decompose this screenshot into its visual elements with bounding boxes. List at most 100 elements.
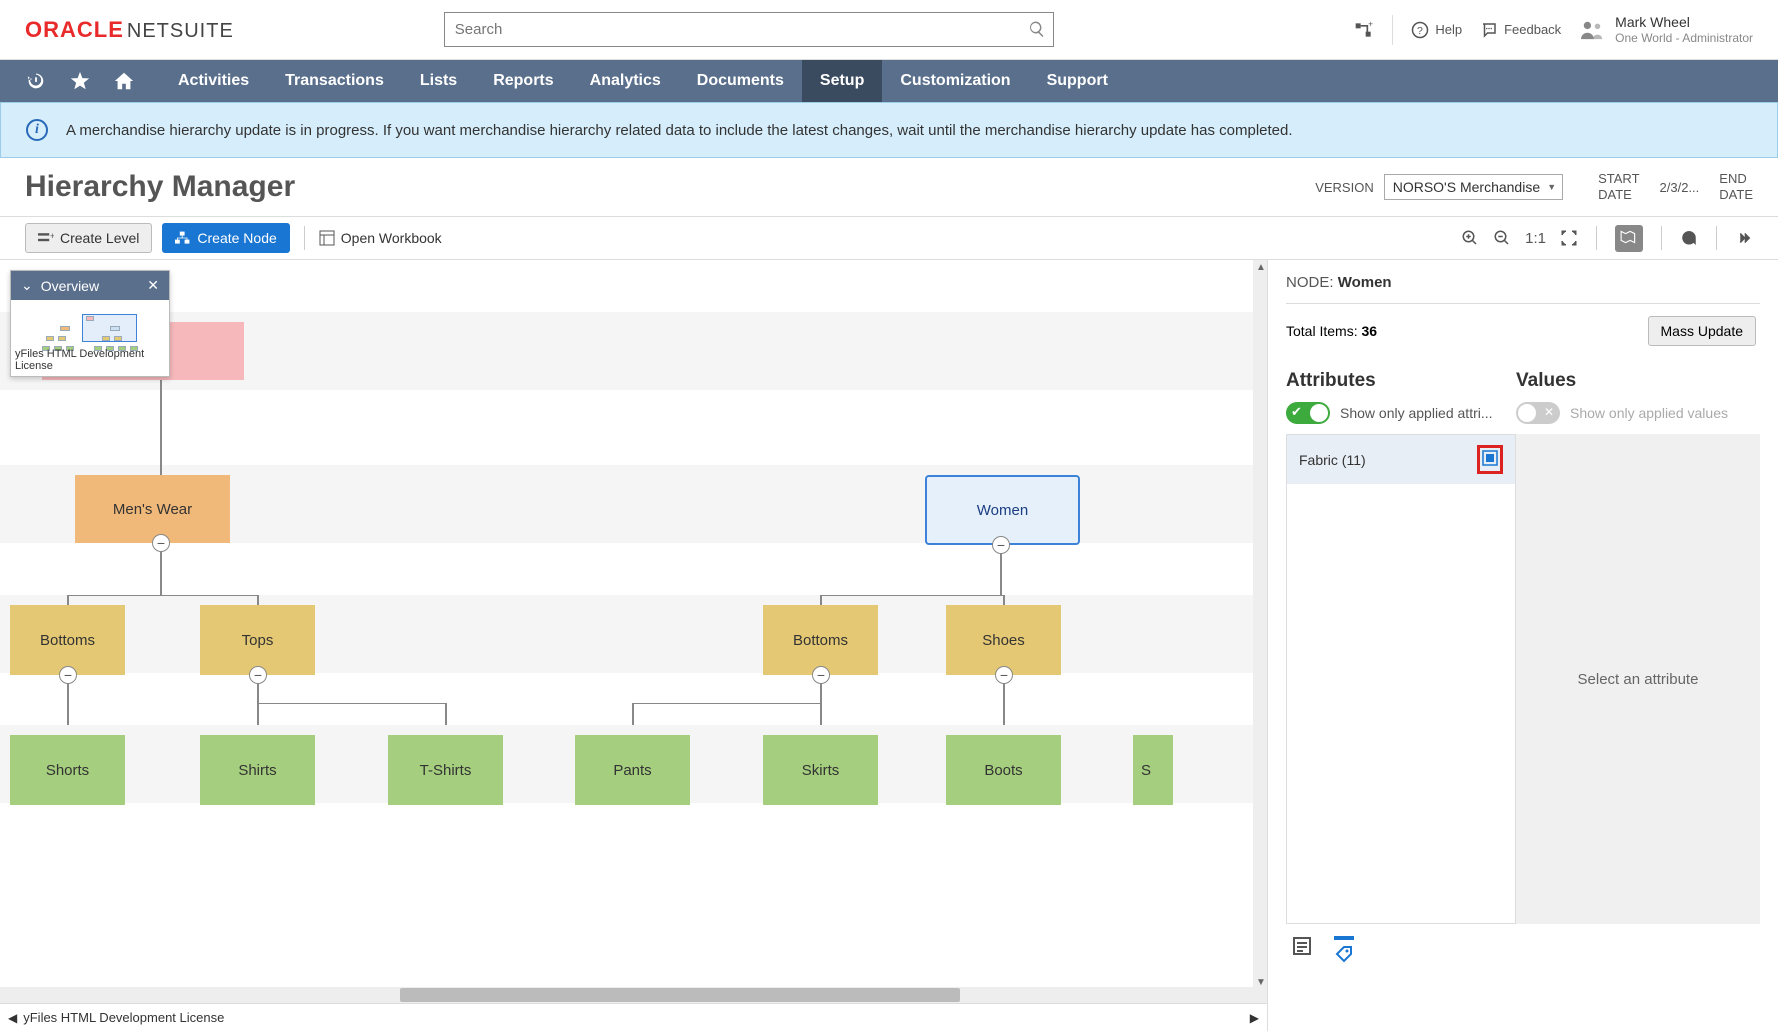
node-skirts[interactable]: Skirts <box>763 735 878 805</box>
collapse-handle[interactable]: − <box>812 666 830 684</box>
logo-oracle: ORACLE <box>25 17 124 43</box>
attributes-list: Fabric (11) <box>1286 434 1516 924</box>
nav-item-analytics[interactable]: Analytics <box>572 60 679 102</box>
open-workbook-button[interactable]: Open Workbook <box>319 230 442 246</box>
node-partial[interactable]: S <box>1133 735 1173 805</box>
create-node-icon <box>175 231 191 245</box>
node-mens-wear[interactable]: Men's Wear <box>75 475 230 543</box>
overview-title: Overview <box>41 278 99 294</box>
search-input[interactable] <box>444 12 1054 47</box>
node-pants[interactable]: Pants <box>575 735 690 805</box>
zoom-ratio[interactable]: 1:1 <box>1525 230 1546 247</box>
node-prefix: NODE: <box>1286 274 1334 291</box>
logo-netsuite: NETSUITE <box>127 20 234 43</box>
star-icon[interactable] <box>69 70 91 92</box>
date-value: 2/3/2... <box>1660 180 1700 195</box>
attribute-item-fabric[interactable]: Fabric (11) <box>1287 435 1515 484</box>
collapse-handle[interactable]: − <box>995 666 1013 684</box>
info-banner: i A merchandise hierarchy update is in p… <box>0 102 1778 158</box>
node-shorts[interactable]: Shorts <box>10 735 125 805</box>
info-icon: i <box>26 119 48 141</box>
version-label: VERSION <box>1315 180 1374 195</box>
banner-message: A merchandise hierarchy update is in pro… <box>66 122 1293 139</box>
values-placeholder: Select an attribute <box>1516 434 1760 924</box>
create-level-button[interactable]: + Create Level <box>25 223 152 253</box>
hierarchy-canvas[interactable]: Men's Wear − Women − Bottoms − Tops − Bo… <box>0 260 1268 1031</box>
user-icon <box>1579 19 1605 41</box>
scroll-right-icon[interactable]: ▶ <box>1250 1011 1259 1025</box>
create-level-icon: + <box>38 231 54 245</box>
nav-item-setup[interactable]: Setup <box>802 60 882 102</box>
user-name: Mark Wheel <box>1615 14 1753 31</box>
connector-icon[interactable]: + <box>1354 20 1374 40</box>
nav-bar: ActivitiesTransactionsListsReportsAnalyt… <box>0 60 1778 102</box>
mass-update-button[interactable]: Mass Update <box>1648 316 1756 346</box>
attribute-detail-icon[interactable] <box>1477 445 1503 474</box>
collapse-handle[interactable]: − <box>59 666 77 684</box>
minimap-icon <box>1620 228 1638 246</box>
total-items-label: Total Items: <box>1286 323 1358 339</box>
help-button[interactable]: ? Help <box>1411 21 1462 39</box>
nav-item-activities[interactable]: Activities <box>160 60 267 102</box>
overview-license: yFiles HTML Development License <box>15 348 165 372</box>
horizontal-scrollbar[interactable] <box>0 987 1267 1003</box>
nav-item-reports[interactable]: Reports <box>475 60 571 102</box>
refresh-icon[interactable] <box>1680 229 1698 247</box>
total-items-count: 36 <box>1361 323 1377 339</box>
user-role: One World - Administrator <box>1615 31 1753 45</box>
zoom-in-icon[interactable] <box>1461 229 1479 247</box>
chevron-down-icon[interactable]: ⌄ <box>21 277 33 294</box>
logo: ORACLE NETSUITE <box>25 17 234 43</box>
user-menu[interactable]: Mark Wheel One World - Administrator <box>1579 14 1753 45</box>
page-title: Hierarchy Manager <box>25 170 295 204</box>
create-node-button[interactable]: Create Node <box>162 223 289 253</box>
workbook-icon <box>319 230 335 246</box>
scroll-left-icon[interactable]: ◀ <box>8 1011 17 1025</box>
panel-tab-list[interactable] <box>1292 936 1312 967</box>
node-bottoms-1[interactable]: Bottoms <box>10 605 125 675</box>
end-date-label: END DATE <box>1719 171 1753 202</box>
minimap-toggle[interactable] <box>1615 225 1643 252</box>
collapse-handle[interactable]: − <box>152 534 170 552</box>
node-shoes[interactable]: Shoes <box>946 605 1061 675</box>
feedback-icon <box>1480 21 1498 39</box>
nav-item-transactions[interactable]: Transactions <box>267 60 402 102</box>
canvas-license: yFiles HTML Development License <box>23 1010 224 1025</box>
vertical-scrollbar[interactable]: ▲ ▼ <box>1253 260 1267 987</box>
node-tops[interactable]: Tops <box>200 605 315 675</box>
node-bottoms-2[interactable]: Bottoms <box>763 605 878 675</box>
fit-screen-icon[interactable] <box>1560 229 1578 247</box>
version-select[interactable]: NORSO'S Merchandise <box>1384 174 1563 200</box>
selected-node-name: Women <box>1338 274 1392 291</box>
zoom-out-icon[interactable] <box>1493 229 1511 247</box>
overview-panel[interactable]: ⌄ Overview ✕ <box>10 270 170 377</box>
toggle-val-label: Show only applied values <box>1570 405 1728 421</box>
svg-text:+: + <box>50 231 54 241</box>
home-icon[interactable] <box>113 70 135 92</box>
start-date-label: START DATE <box>1598 171 1639 202</box>
close-icon[interactable]: ✕ <box>147 277 159 294</box>
toggle-attr-label: Show only applied attri... <box>1340 405 1493 421</box>
node-boots[interactable]: Boots <box>946 735 1061 805</box>
nav-item-support[interactable]: Support <box>1029 60 1126 102</box>
search-icon <box>1028 20 1046 38</box>
feedback-button[interactable]: Feedback <box>1480 21 1561 39</box>
nav-item-documents[interactable]: Documents <box>679 60 802 102</box>
nav-item-lists[interactable]: Lists <box>402 60 475 102</box>
collapse-handle[interactable]: − <box>992 536 1010 554</box>
values-title: Values <box>1516 370 1760 392</box>
history-icon[interactable] <box>25 70 47 92</box>
attributes-title: Attributes <box>1286 370 1516 392</box>
collapse-handle[interactable]: − <box>249 666 267 684</box>
nav-item-customization[interactable]: Customization <box>882 60 1028 102</box>
node-tshirts[interactable]: T-Shirts <box>388 735 503 805</box>
more-icon[interactable] <box>1735 229 1753 247</box>
help-icon: ? <box>1411 21 1429 39</box>
svg-text:+: + <box>1368 20 1373 29</box>
toggle-applied-values[interactable]: ✕ <box>1516 402 1560 424</box>
node-shirts[interactable]: Shirts <box>200 735 315 805</box>
toggle-applied-attributes[interactable]: ✔ <box>1286 402 1330 424</box>
panel-tab-tag[interactable] <box>1334 936 1354 967</box>
node-women[interactable]: Women <box>925 475 1080 545</box>
svg-text:?: ? <box>1417 24 1423 36</box>
